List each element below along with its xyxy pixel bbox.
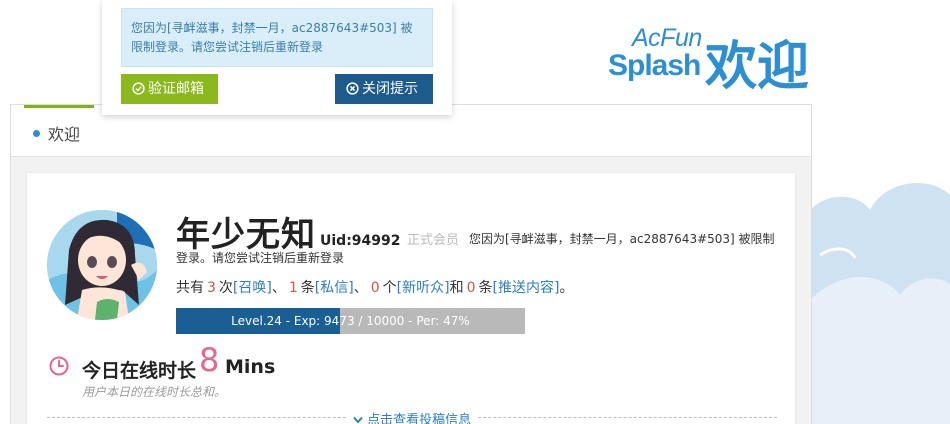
popup-message: 您因为[寻衅滋事，封禁一月，ac2887643#503] 被限制登录。请您尝试注… [121, 8, 433, 67]
tab-welcome[interactable]: 欢迎 [33, 121, 80, 145]
push-unit: 条 [478, 280, 493, 296]
chevron-down-icon [353, 416, 363, 424]
stats-prefix: 共有 [176, 280, 204, 296]
main-panel: 欢迎 您因为[寻衅滋事，封禁一月，ac2887643#503] 被限制登录。请您… [10, 104, 812, 424]
site-logo[interactable]: AcFun Splash 欢迎 [605, 22, 815, 97]
summon-unit: 次 [218, 280, 233, 296]
clock-icon [49, 356, 69, 376]
logo-splash-text: Splash [608, 49, 701, 82]
listener-unit: 个 [382, 280, 397, 296]
tab-accent-bar [24, 105, 94, 108]
avatar-illustration [47, 210, 157, 320]
logo-welcome-text: 欢迎 [705, 37, 810, 97]
online-duration-title: 今日在线时长 [82, 360, 197, 382]
close-notice-button[interactable]: 关闭提示 [335, 74, 433, 104]
check-circle-icon [132, 81, 145, 95]
push-count: 0 [466, 280, 476, 296]
username: 年少无知 [176, 215, 316, 255]
stats-and: 和 [449, 280, 464, 296]
pm-unit: 条 [300, 280, 315, 296]
expand-submissions-link[interactable]: 点击查看投稿信息 [347, 409, 478, 424]
close-circle-icon [346, 81, 359, 95]
online-duration-subtitle: 用户本日的在线时长总和。 [82, 385, 227, 399]
stats-sep-2: 、 [353, 280, 368, 296]
summon-link[interactable]: [召唤] [233, 280, 272, 296]
level-progress-bar: Level.24 - Exp: 9473 / 10000 - Per: 47% [176, 308, 525, 334]
verify-email-label: 验证邮箱 [148, 81, 204, 97]
listener-link[interactable]: [新听众] [397, 280, 450, 296]
dot-icon [33, 130, 40, 137]
cloud-background [810, 150, 950, 424]
level-progress-text: Level.24 - Exp: 9473 / 10000 - Per: 47% [231, 314, 470, 328]
summon-count: 3 [207, 280, 216, 296]
user-uid: Uid:94992 [320, 233, 401, 249]
tab-welcome-label: 欢迎 [48, 125, 81, 144]
member-type: 正式会员 [407, 233, 460, 248]
profile-card: 您因为[寻衅滋事，封禁一月，ac2887643#503] 被限制登录。请您尝试注… [27, 173, 795, 424]
pm-link[interactable]: [私信] [315, 280, 354, 296]
listener-count: 0 [370, 280, 380, 296]
push-link[interactable]: [推送内容] [493, 280, 560, 296]
stats-end: 。 [559, 280, 574, 296]
stats-sep-1: 、 [271, 280, 286, 296]
avatar[interactable] [47, 210, 157, 320]
notification-stats: 共有 3 次[召唤]、 1 条[私信]、 0 个[新听众]和 0 条[推送内容]。 [176, 277, 573, 297]
verify-email-button[interactable]: 验证邮箱 [121, 74, 218, 104]
pm-count: 1 [288, 280, 298, 296]
expand-submissions-label: 点击查看投稿信息 [367, 413, 472, 424]
close-notice-label: 关闭提示 [362, 81, 418, 97]
online-duration-unit: Mins [225, 356, 276, 378]
online-duration-value: 8 [199, 341, 220, 379]
ban-notice-popup: 您因为[寻衅滋事，封禁一月，ac2887643#503] 被限制登录。请您尝试注… [102, 0, 452, 115]
